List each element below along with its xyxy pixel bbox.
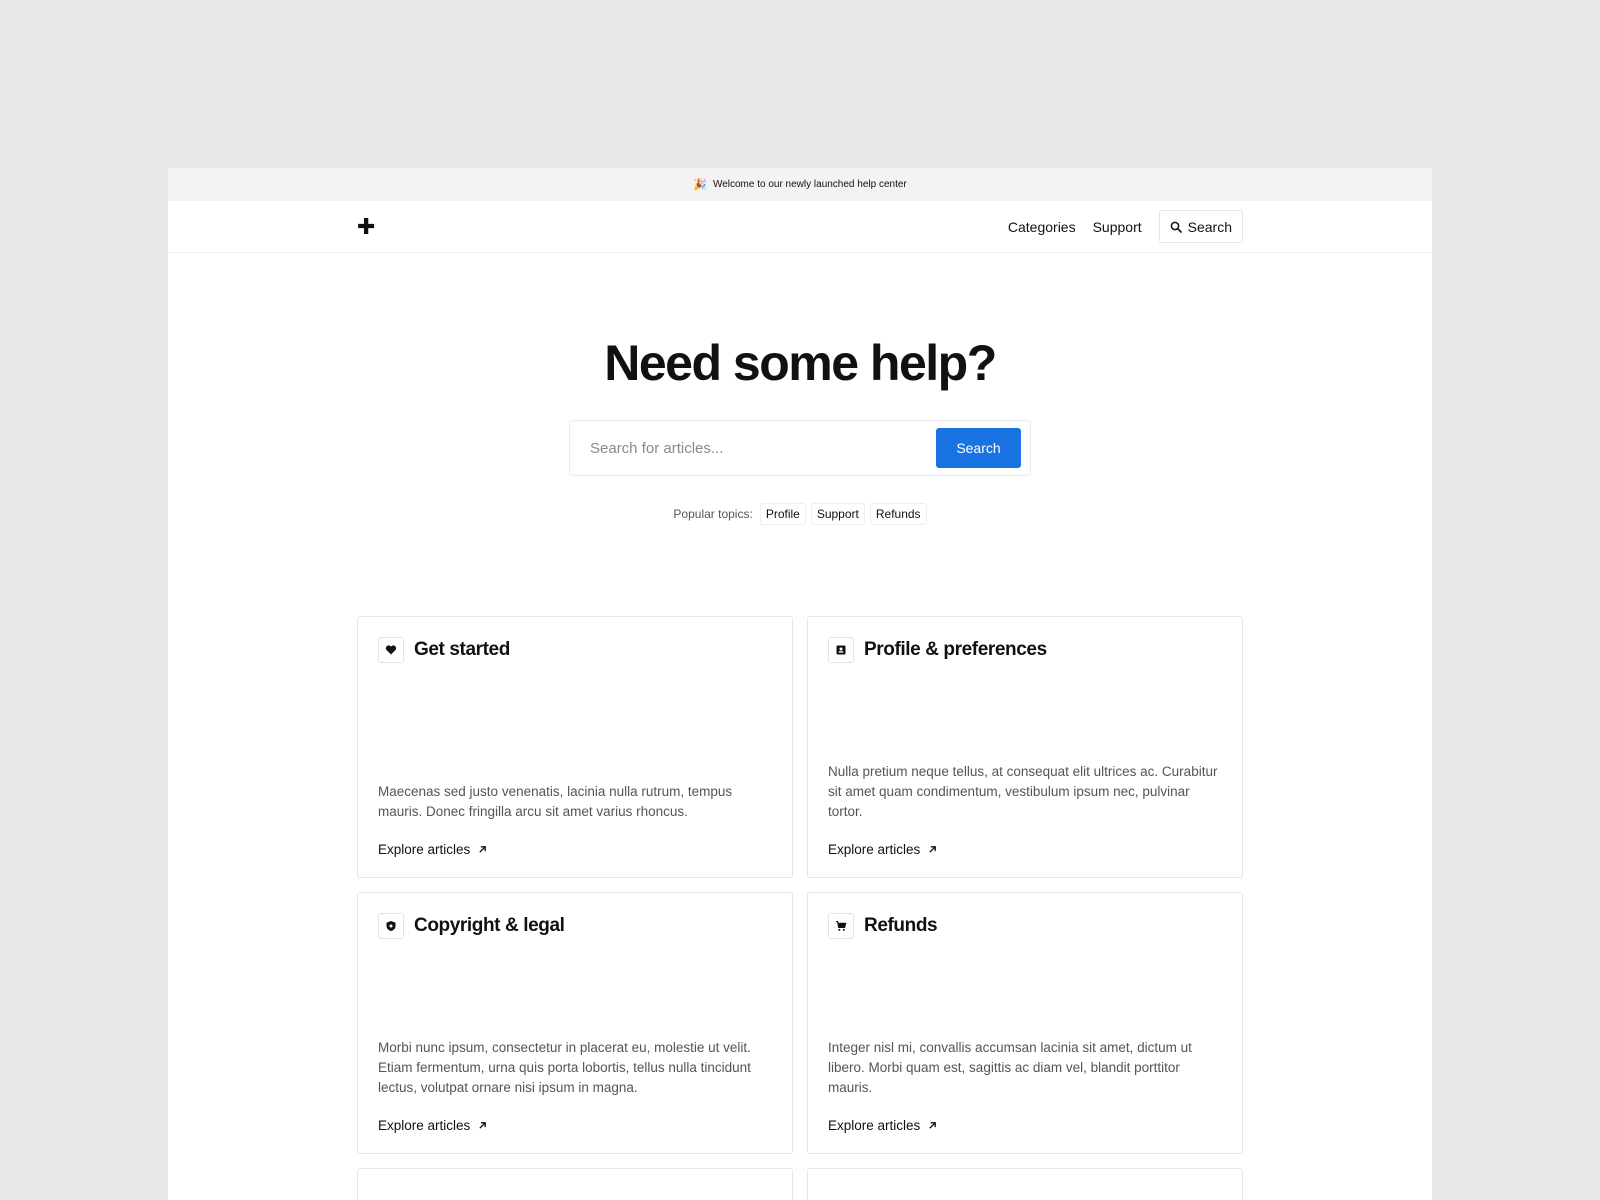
arrow-up-right-icon (479, 846, 487, 853)
card-header: Copyright & legal (378, 913, 772, 939)
arrow-up-right-icon (479, 1122, 487, 1129)
topic-profile[interactable]: Profile (759, 503, 806, 525)
announcement-text: Welcome to our newly launched help cente… (712, 179, 907, 190)
explore-articles-label: Explore articles (828, 842, 921, 857)
category-card-refunds[interactable]: Refunds Integer nisl mi, convallis accum… (807, 892, 1243, 1154)
card-header: Refunds (828, 913, 1222, 939)
card-title: Copyright & legal (414, 915, 565, 936)
category-grid: Get started Maecenas sed justo venenatis… (357, 616, 1243, 1200)
card-title: Profile & preferences (864, 639, 1047, 660)
explore-articles-link[interactable]: Explore articles (828, 1118, 937, 1133)
explore-articles-link[interactable]: Explore articles (828, 842, 937, 857)
card-description: Maecenas sed justo venenatis, lacinia nu… (378, 784, 733, 819)
search-button[interactable]: Search (936, 428, 1021, 468)
id-card-icon (828, 637, 854, 663)
help-center-page: 🎉 Welcome to our newly launched help cen… (168, 168, 1432, 1200)
explore-articles-label: Explore articles (378, 842, 471, 857)
card-header: Get started (378, 637, 772, 663)
explore-articles-link[interactable]: Explore articles (378, 1118, 487, 1133)
explore-articles-link[interactable]: Explore articles (378, 842, 487, 857)
topic-support[interactable]: Support (810, 503, 865, 525)
hero-section: Need some help? Search Popular topics: P… (168, 335, 1432, 525)
explore-articles-label: Explore articles (378, 1118, 471, 1133)
nav-link-categories[interactable]: Categories (1008, 219, 1076, 235)
card-header: Profile & preferences (828, 637, 1222, 663)
popular-topics-label: Popular topics: (673, 507, 753, 521)
article-search-box: Search (569, 420, 1031, 476)
popular-topics: Popular topics: Profile Support Refunds (168, 503, 1432, 525)
category-card-copyright-legal[interactable]: Copyright & legal Morbi nunc ipsum, cons… (357, 892, 793, 1154)
card-description: Morbi nunc ipsum, consectetur in placera… (378, 1040, 751, 1095)
arrow-up-right-icon (929, 1122, 937, 1129)
article-search-input[interactable] (590, 439, 910, 457)
arrow-up-right-icon (929, 846, 937, 853)
cart-icon (828, 913, 854, 939)
topic-refunds[interactable]: Refunds (869, 503, 927, 525)
heart-icon (378, 637, 404, 663)
nav-link-support[interactable]: Support (1093, 219, 1142, 235)
explore-articles-label: Explore articles (828, 1118, 921, 1133)
logo[interactable]: ✚ (357, 216, 375, 238)
top-navigation: ✚ Categories Support Search (168, 201, 1432, 253)
category-card-get-started[interactable]: Get started Maecenas sed justo venenatis… (357, 616, 793, 878)
nav-links: Categories Support Search (1008, 210, 1243, 243)
category-card-profile-preferences[interactable]: Profile & preferences Nulla pretium nequ… (807, 616, 1243, 878)
card-description: Integer nisl mi, convallis accumsan laci… (828, 1040, 1192, 1095)
nav-search-button[interactable]: Search (1158, 210, 1243, 243)
card-description: Nulla pretium neque tellus, at consequat… (828, 764, 1218, 819)
page-title: Need some help? (604, 335, 997, 391)
search-icon (1170, 221, 1182, 233)
shield-icon (378, 913, 404, 939)
category-card-partial[interactable] (807, 1168, 1243, 1200)
party-popper-icon: 🎉 (693, 179, 707, 191)
card-title: Get started (414, 639, 510, 660)
announcement-bar: 🎉 Welcome to our newly launched help cen… (168, 168, 1432, 201)
category-card-partial[interactable] (357, 1168, 793, 1200)
card-title: Refunds (864, 915, 938, 936)
nav-search-label: Search (1187, 218, 1232, 235)
